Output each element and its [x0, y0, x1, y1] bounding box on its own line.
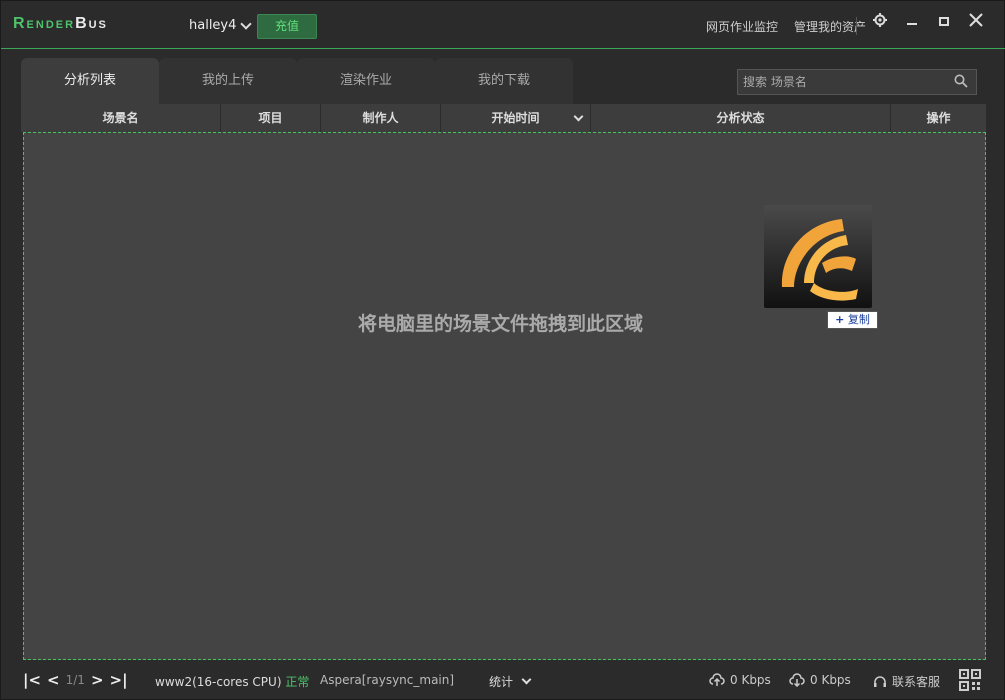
support-link[interactable]: 联系客服 [873, 673, 940, 690]
tab-analysis-list[interactable]: 分析列表 [21, 58, 159, 104]
server-info: www2(16-cores CPU) 正常 [155, 673, 309, 690]
app-window: RenderBus halley4 充值 网页作业监控 管理我的资产 分析列表 … [0, 0, 1005, 700]
tab-my-downloads[interactable]: 我的下载 [435, 58, 573, 104]
upload-speed: 0 Kbps [709, 673, 771, 687]
next-page-icon[interactable]: > [91, 671, 104, 689]
stats-dropdown[interactable]: 统计 [489, 673, 532, 690]
main-tabs: 分析列表 我的上传 渲染作业 我的下载 [21, 58, 573, 104]
server-status: 正常 [285, 675, 310, 689]
column-scene-name[interactable]: 场景名 [21, 104, 221, 132]
prev-page-icon[interactable]: < [47, 671, 60, 689]
column-project[interactable]: 项目 [221, 104, 321, 132]
upload-cloud-icon [709, 673, 725, 686]
download-cloud-icon [789, 673, 805, 687]
app-logo: RenderBus [13, 15, 108, 33]
gear-icon [873, 13, 887, 27]
copy-badge: + 复制 [827, 311, 878, 329]
headset-icon [874, 675, 886, 687]
plus-icon: + [835, 313, 845, 326]
transfer-mode[interactable]: Aspera[raysync_main] [320, 673, 454, 687]
close-button[interactable] [967, 13, 985, 31]
download-speed: 0 Kbps [789, 673, 851, 687]
logo-render-text: Render [13, 15, 76, 32]
stats-label: 统计 [489, 675, 514, 689]
top-links: 网页作业监控 管理我的资产 [706, 18, 866, 35]
table-header: 场景名 项目 制作人 开始时间 分析状态 操作 [21, 104, 986, 132]
page-indicator: 1/1 [65, 673, 85, 687]
username-label: halley4 [189, 18, 237, 33]
drop-zone[interactable]: 将电脑里的场景文件拖拽到此区域 + 复制 [23, 132, 986, 660]
web-monitor-link[interactable]: 网页作业监控 [706, 18, 778, 35]
window-controls [871, 13, 985, 31]
qr-code-icon[interactable] [959, 669, 981, 691]
column-start-time[interactable]: 开始时间 [441, 104, 591, 132]
logo-bus-text: Bus [75, 15, 108, 32]
title-bar: RenderBus halley4 充值 网页作业监控 管理我的资产 [1, 1, 1005, 49]
chevron-down-icon [240, 17, 253, 30]
minimize-icon [907, 23, 917, 25]
search-input[interactable]: 搜索 场景名 [737, 69, 977, 95]
copy-badge-label: 复制 [847, 313, 870, 326]
c4d-file-icon [781, 219, 858, 301]
download-speed-value: 0 Kbps [810, 673, 851, 687]
close-icon [969, 13, 983, 27]
status-bar: |< < 1/1 > >| www2(16-cores CPU) 正常 Aspe… [1, 661, 1005, 700]
maximize-button[interactable] [935, 13, 953, 31]
maximize-icon [939, 17, 949, 26]
chevron-down-icon [521, 674, 532, 685]
pagination: |< < 1/1 > >| [23, 671, 128, 689]
search-icon[interactable] [954, 74, 968, 88]
minimize-button[interactable] [903, 13, 921, 31]
column-analysis-status[interactable]: 分析状态 [591, 104, 891, 132]
settings-button[interactable] [871, 13, 889, 31]
upload-speed-value: 0 Kbps [730, 673, 771, 687]
column-actions[interactable]: 操作 [891, 104, 986, 132]
last-page-icon[interactable]: >| [110, 671, 128, 689]
column-creator[interactable]: 制作人 [321, 104, 441, 132]
user-menu[interactable]: halley4 [189, 17, 253, 33]
tab-my-uploads[interactable]: 我的上传 [159, 58, 297, 104]
server-label: www2(16-cores CPU) [155, 675, 282, 689]
divider [856, 17, 857, 35]
first-page-icon[interactable]: |< [23, 671, 41, 689]
sort-chevron-icon[interactable] [573, 111, 584, 122]
column-start-time-label: 开始时间 [491, 111, 540, 125]
recharge-button[interactable]: 充值 [257, 14, 317, 39]
tab-render-jobs[interactable]: 渲染作业 [297, 58, 435, 104]
dragged-file-icon [764, 205, 872, 308]
support-label: 联系客服 [892, 675, 941, 689]
